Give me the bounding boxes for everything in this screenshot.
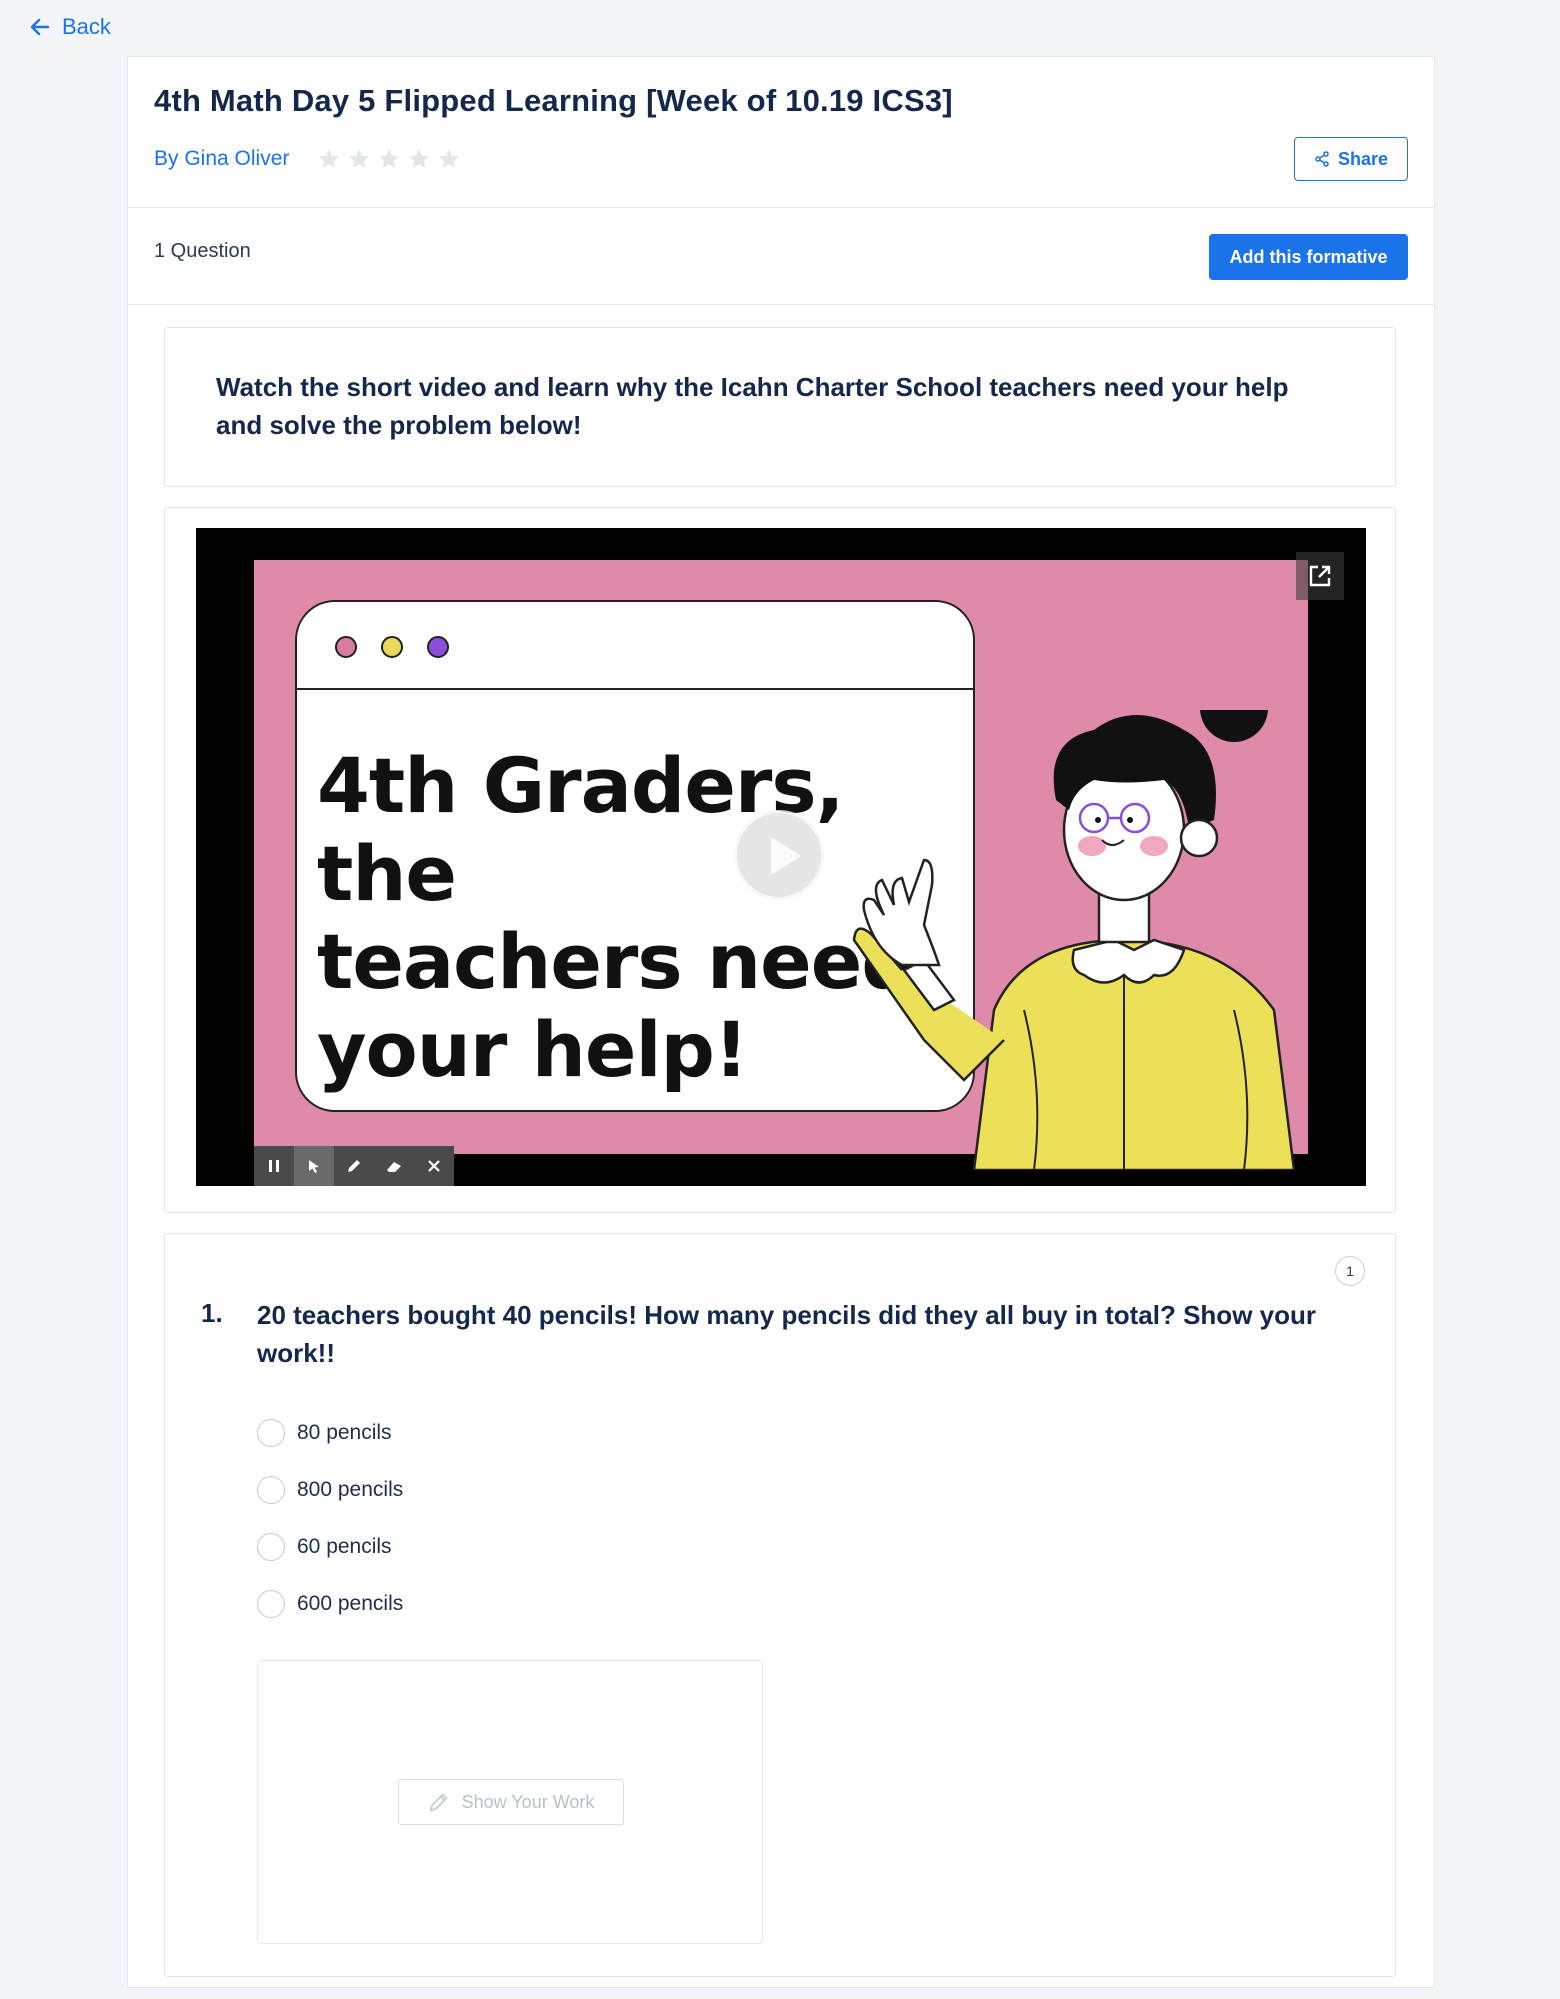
option-label: 80 pencils bbox=[297, 1420, 392, 1444]
option-label: 800 pencils bbox=[297, 1477, 404, 1501]
pause-button[interactable] bbox=[254, 1146, 294, 1186]
answer-option[interactable]: 800 pencils bbox=[257, 1461, 403, 1518]
answer-option[interactable]: 60 pencils bbox=[257, 1518, 403, 1575]
window-dot-yellow bbox=[381, 636, 403, 658]
page-title: 4th Math Day 5 Flipped Learning [Week of… bbox=[154, 83, 953, 118]
window-dot-purple bbox=[427, 636, 449, 658]
pointer-tool-button[interactable] bbox=[294, 1146, 334, 1186]
author-link[interactable]: By Gina Oliver bbox=[154, 147, 289, 171]
window-dot-pink bbox=[335, 636, 357, 658]
answer-option[interactable]: 80 pencils bbox=[257, 1404, 403, 1461]
question-card: 1 1. 20 teachers bought 40 pencils! How … bbox=[164, 1233, 1396, 1977]
back-link[interactable]: Back bbox=[28, 14, 111, 40]
author-row: By Gina Oliver bbox=[154, 147, 461, 171]
question-number: 1. bbox=[201, 1298, 223, 1328]
eraser-icon bbox=[387, 1162, 401, 1172]
close-tool-button[interactable] bbox=[414, 1146, 454, 1186]
back-label: Back bbox=[62, 14, 111, 39]
star-icon[interactable] bbox=[317, 147, 341, 171]
show-work-button[interactable]: Show Your Work bbox=[398, 1779, 624, 1825]
pencil-icon bbox=[348, 1160, 360, 1172]
radio-button[interactable] bbox=[257, 1475, 285, 1504]
eraser-tool-button[interactable] bbox=[374, 1146, 414, 1186]
share-icon bbox=[1315, 151, 1329, 167]
pencil-icon bbox=[429, 1793, 447, 1812]
slide-window-bar bbox=[297, 602, 973, 690]
add-formative-button[interactable]: Add this formative bbox=[1209, 234, 1408, 280]
instruction-text: Watch the short video and learn why the … bbox=[216, 372, 1289, 440]
radio-button[interactable] bbox=[257, 1589, 285, 1618]
close-icon bbox=[428, 1160, 440, 1172]
play-icon bbox=[771, 837, 801, 875]
question-number-badge: 1 bbox=[1335, 1256, 1365, 1286]
star-icon[interactable] bbox=[377, 147, 401, 171]
share-button[interactable]: Share bbox=[1294, 137, 1408, 181]
play-button[interactable] bbox=[734, 810, 824, 900]
formative-card: 4th Math Day 5 Flipped Learning [Week of… bbox=[127, 56, 1435, 1988]
radio-button[interactable] bbox=[257, 1418, 285, 1447]
answer-options: 80 pencils 800 pencils 60 pencils 600 pe… bbox=[257, 1404, 403, 1632]
annotation-toolbar bbox=[254, 1146, 454, 1186]
radio-button[interactable] bbox=[257, 1532, 285, 1561]
pointer-icon bbox=[309, 1160, 319, 1173]
video-player[interactable]: 4th Graders, the teachers need your help… bbox=[196, 528, 1366, 1186]
option-label: 60 pencils bbox=[297, 1534, 392, 1558]
video-card: 4th Graders, the teachers need your help… bbox=[164, 507, 1396, 1213]
option-label: 600 pencils bbox=[297, 1591, 404, 1615]
share-label: Share bbox=[1337, 148, 1389, 169]
formative-header: 4th Math Day 5 Flipped Learning [Week of… bbox=[128, 57, 1434, 208]
question-count: 1 Question bbox=[154, 240, 251, 262]
external-link-icon bbox=[1309, 565, 1331, 587]
open-external-button[interactable] bbox=[1296, 552, 1344, 600]
question-text: 20 teachers bought 40 pencils! How many … bbox=[257, 1300, 1316, 1368]
question-bar: 1 Question Add this formative bbox=[128, 208, 1434, 305]
pencil-tool-button[interactable] bbox=[334, 1146, 374, 1186]
star-icon[interactable] bbox=[347, 147, 371, 171]
arrow-left-icon bbox=[30, 18, 50, 36]
answer-option[interactable]: 600 pencils bbox=[257, 1575, 403, 1632]
star-icon[interactable] bbox=[407, 147, 431, 171]
star-icon[interactable] bbox=[437, 147, 461, 171]
show-work-label: Show Your Work bbox=[461, 1791, 595, 1812]
pause-icon bbox=[269, 1160, 279, 1172]
teacher-illustration bbox=[852, 710, 1296, 1170]
show-work-area: Show Your Work bbox=[257, 1660, 763, 1944]
instruction-card: Watch the short video and learn why the … bbox=[164, 327, 1396, 487]
rating-stars[interactable] bbox=[317, 147, 461, 171]
